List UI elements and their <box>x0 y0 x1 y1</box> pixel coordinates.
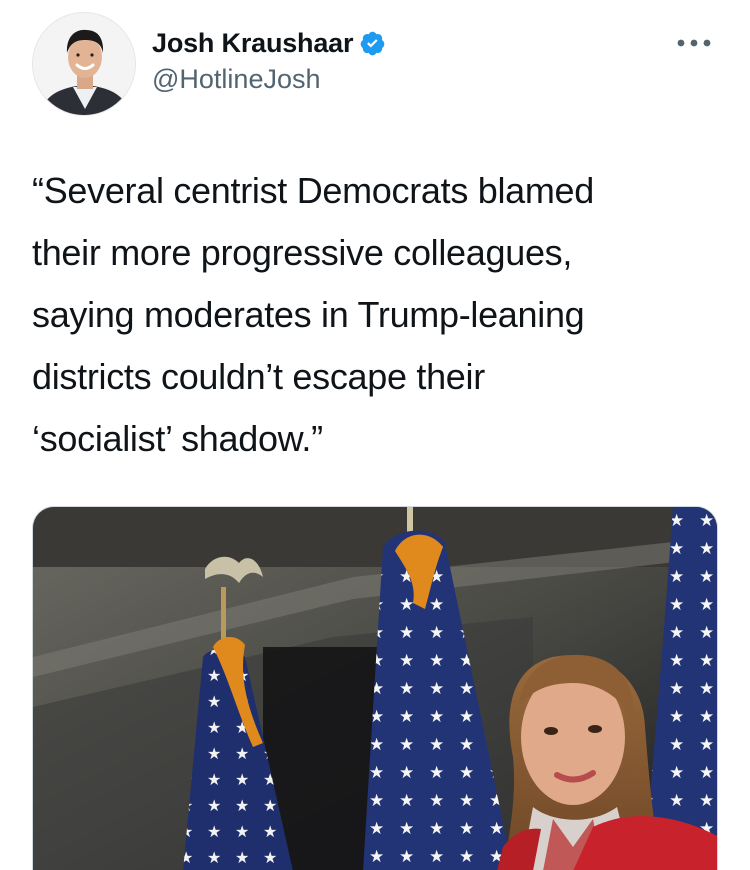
avatar[interactable] <box>32 12 136 116</box>
tweet-media-photo[interactable]: ★ ★ <box>32 506 718 870</box>
tweet-text-line: districts couldn’t escape their <box>32 356 485 397</box>
tweet: Josh Kraushaar @HotlineJosh “Several cen… <box>0 0 750 870</box>
verified-badge-icon <box>359 30 386 57</box>
more-options-icon[interactable] <box>672 28 716 58</box>
tweet-text-line: saying moderates in Trump-leaning <box>32 294 585 335</box>
tweet-text-line: ‘socialist’ shadow.” <box>32 418 323 459</box>
author-handle[interactable]: @HotlineJosh <box>152 64 386 95</box>
tweet-text-line: their more progressive colleagues, <box>32 232 573 273</box>
author-display-name[interactable]: Josh Kraushaar <box>152 28 353 59</box>
author-name-row: Josh Kraushaar <box>152 26 386 60</box>
tweet-author: Josh Kraushaar @HotlineJosh <box>152 26 386 95</box>
tweet-text: “Several centrist Democrats blamed their… <box>32 160 722 470</box>
tweet-text-line: “Several centrist Democrats blamed <box>32 170 595 211</box>
